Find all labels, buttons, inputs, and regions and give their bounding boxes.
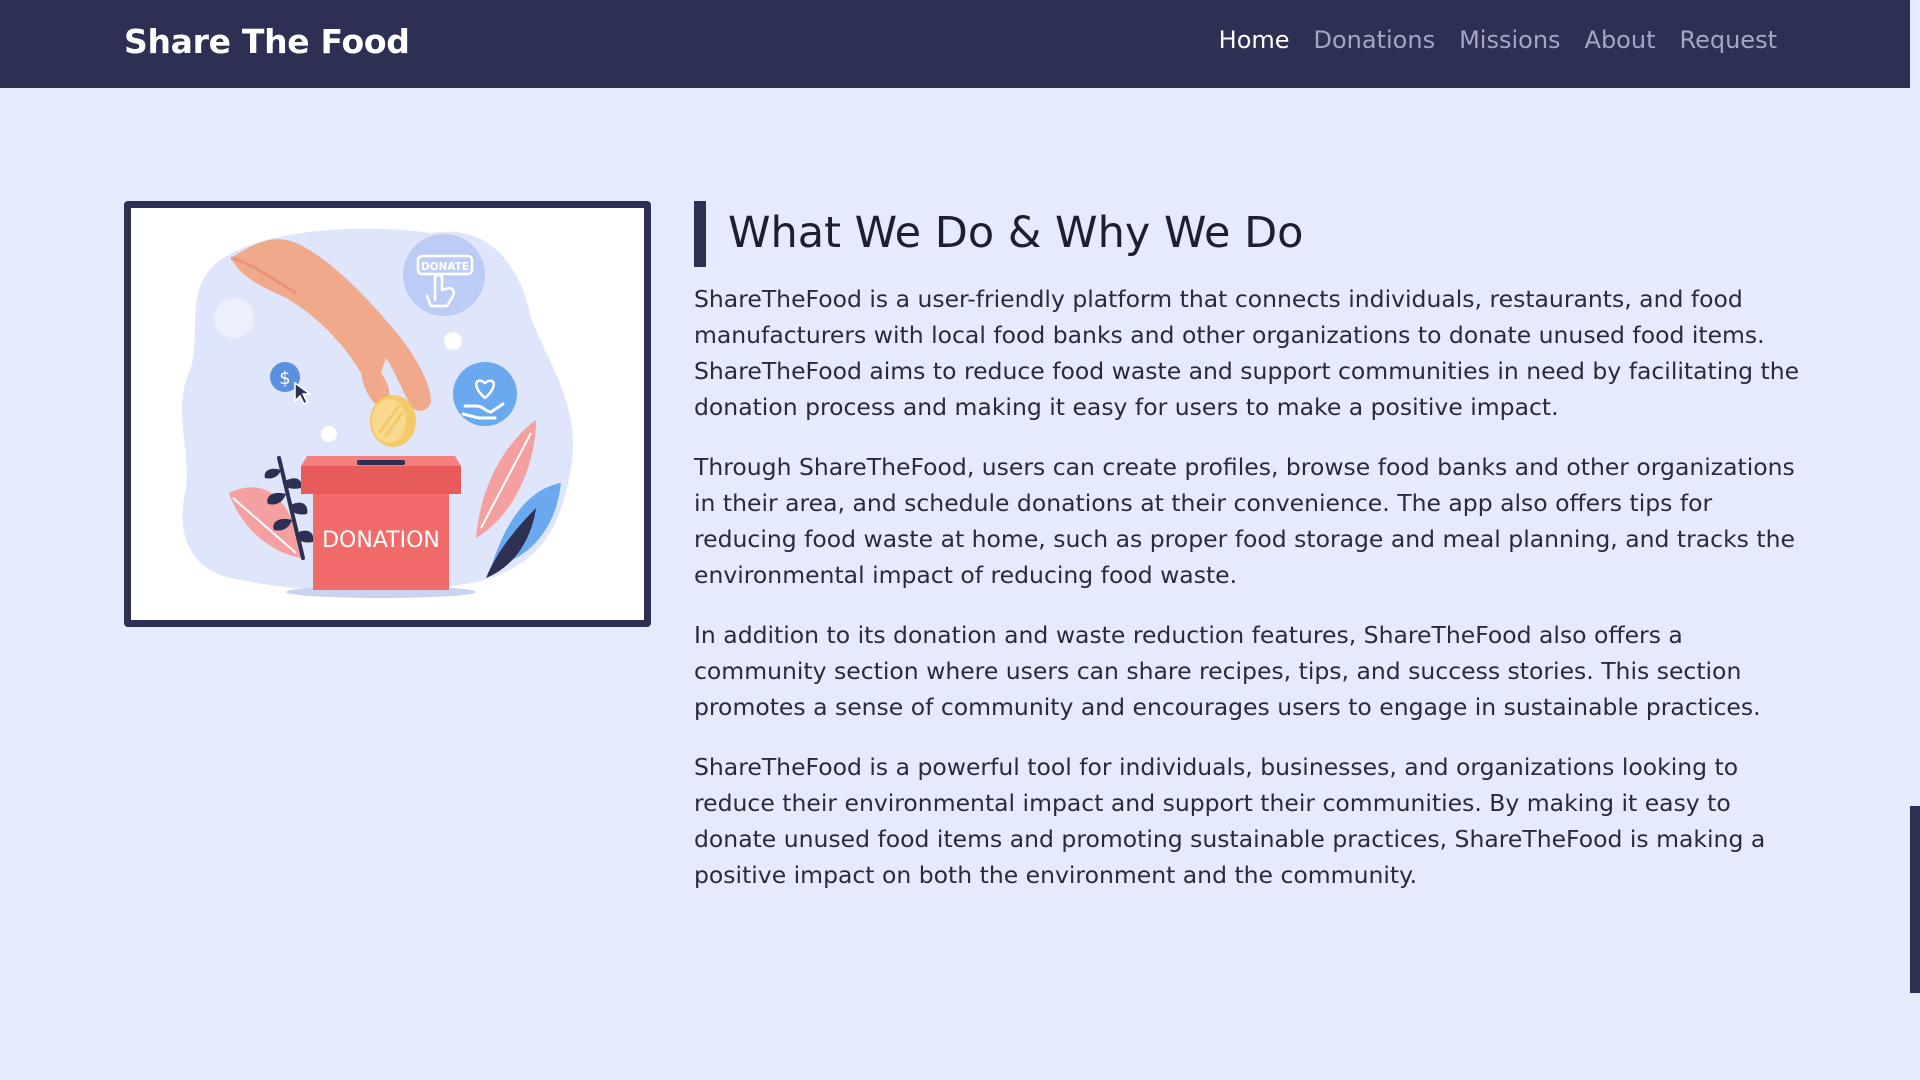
- light-circle: [214, 298, 254, 338]
- donation-illustration: DONATE $ DONATION: [124, 201, 651, 627]
- heart-hand-icon: [453, 362, 517, 426]
- coin-symbol: $: [279, 368, 290, 389]
- nav-link-donations[interactable]: Donations: [1314, 26, 1436, 54]
- nav-link-request[interactable]: Request: [1680, 26, 1778, 54]
- donation-box-icon: DONATION: [286, 456, 476, 598]
- nav-link-home[interactable]: Home: [1219, 26, 1290, 54]
- nav-link-missions[interactable]: Missions: [1459, 26, 1560, 54]
- donate-badge-text: DONATE: [421, 261, 469, 273]
- paragraph-community: In addition to its donation and waste re…: [694, 621, 1761, 721]
- section-heading: What We Do & Why We Do: [694, 201, 1804, 267]
- paragraph-impact: ShareTheFood is a powerful tool for indi…: [694, 753, 1766, 889]
- donate-button-bubble: DONATE: [403, 234, 485, 316]
- heading-accent-bar: [694, 201, 706, 267]
- donation-illustration-svg: DONATE $ DONATION: [181, 228, 573, 598]
- donation-box-label: DONATION: [322, 528, 440, 553]
- paragraph-features: Through ShareTheFood, users can create p…: [694, 453, 1795, 589]
- scrollbar-thumb[interactable]: [1910, 806, 1920, 993]
- main-content: What We Do & Why We Do ShareTheFood is a…: [694, 201, 1804, 917]
- nav-link-about[interactable]: About: [1585, 26, 1656, 54]
- page-title: What We Do & Why We Do: [728, 208, 1304, 258]
- top-navbar: Share The Food Home Donations Missions A…: [0, 0, 1910, 88]
- dot-icon: [444, 332, 462, 350]
- coin-icon: [370, 395, 416, 447]
- nav-links: Home Donations Missions About Request: [1219, 26, 1777, 54]
- brand-logo[interactable]: Share The Food: [124, 22, 410, 61]
- paragraph-intro: ShareTheFood is a user-friendly platform…: [694, 285, 1800, 421]
- dot-icon: [321, 426, 337, 442]
